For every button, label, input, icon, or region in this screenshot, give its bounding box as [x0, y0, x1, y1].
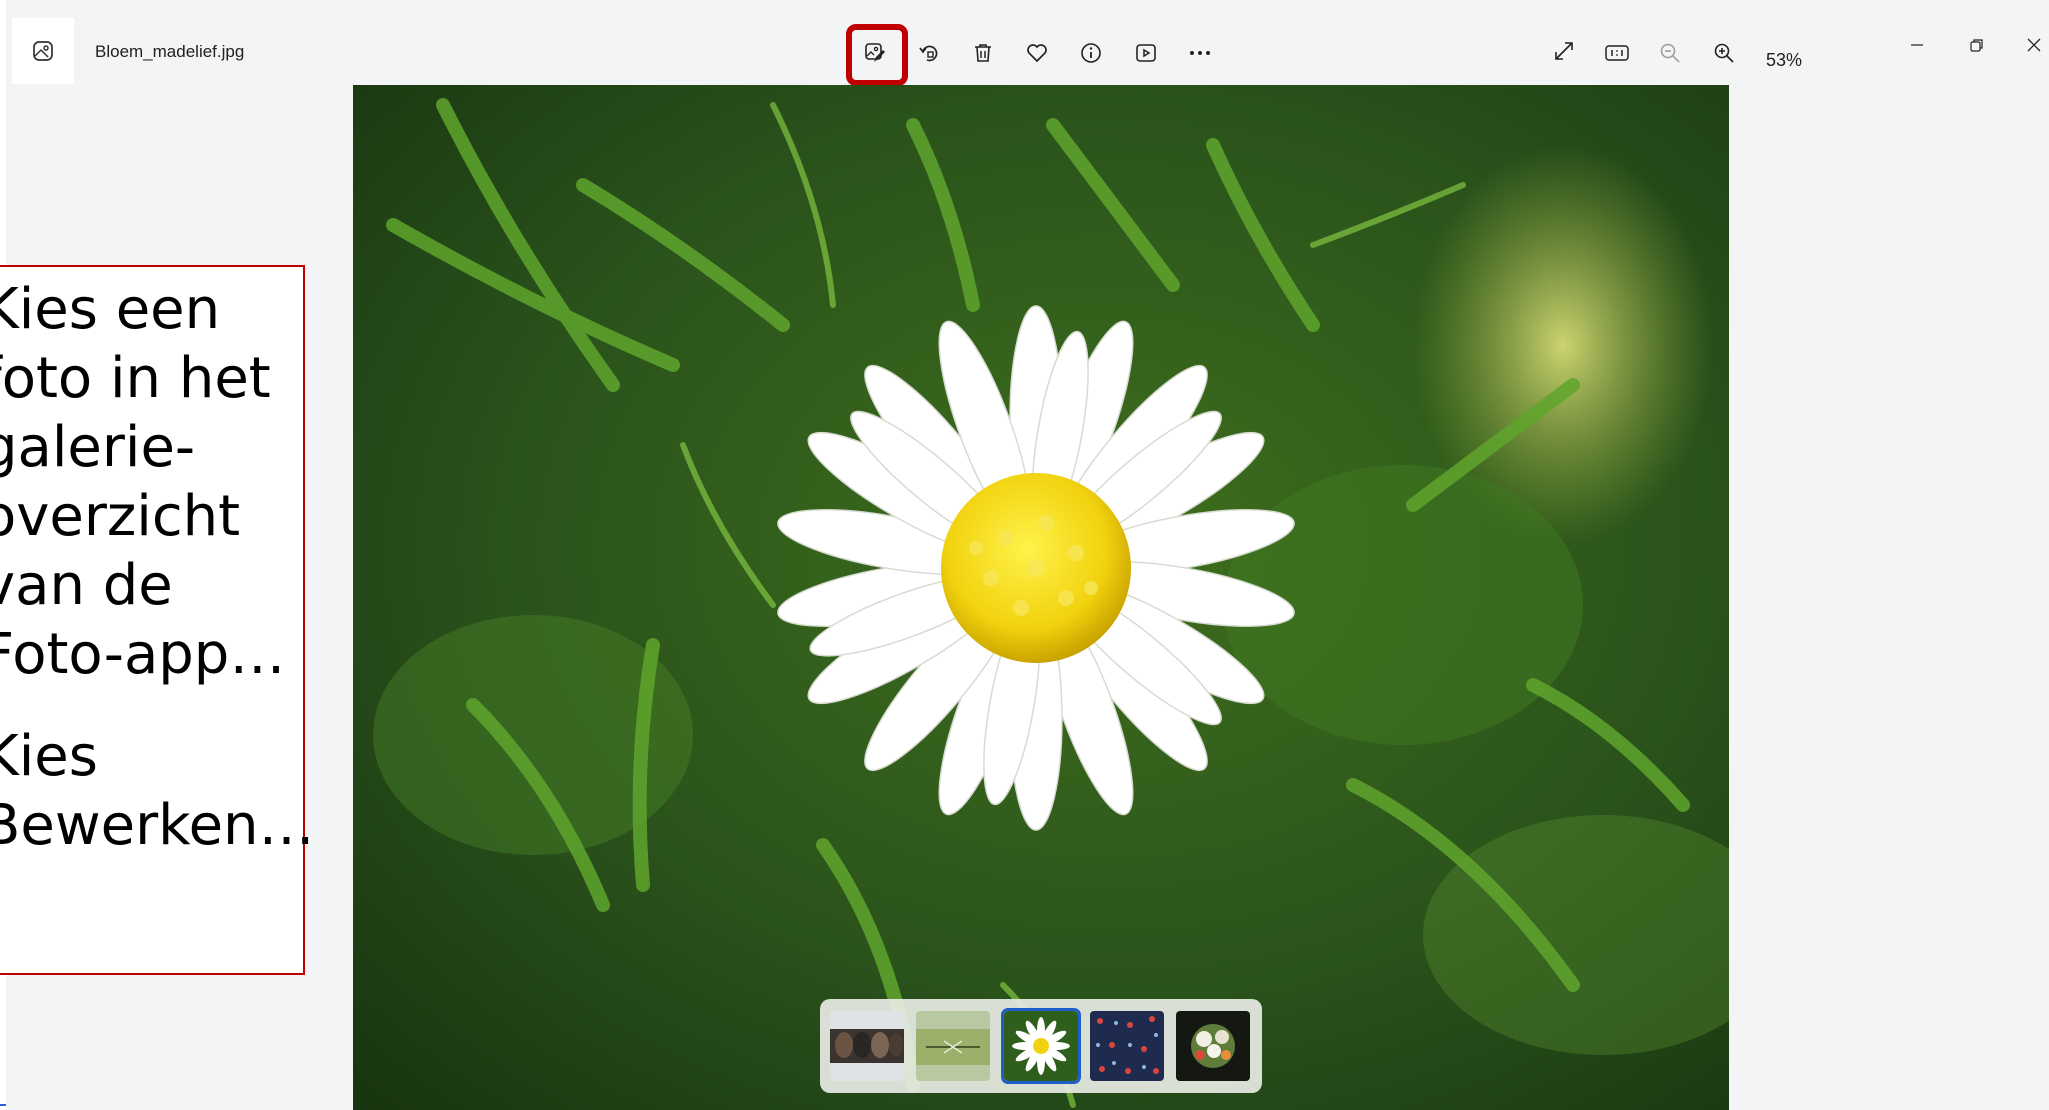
zoom-out-button[interactable]	[1648, 31, 1692, 75]
restore-icon	[1969, 37, 1985, 53]
slideshow-icon	[1134, 41, 1158, 65]
zoom-out-icon	[1658, 41, 1682, 65]
callout-line: van de	[0, 553, 173, 618]
rotate-button[interactable]	[907, 31, 951, 75]
callout-paragraph-1: Kies een foto in het galerie- overzicht …	[0, 275, 285, 689]
callout-line: Kies een	[0, 277, 221, 342]
file-name: Bloem_madelief.jpg	[95, 42, 245, 61]
favorite-heart-icon	[1025, 41, 1049, 65]
callout-line: Kies	[0, 724, 98, 789]
minimize-icon	[1909, 37, 1925, 53]
bouquet-thumbnail[interactable]	[1176, 1011, 1250, 1081]
taskbar-edge-mark	[0, 1104, 6, 1106]
fullscreen-icon	[1552, 39, 1576, 63]
delete-button[interactable]	[961, 31, 1005, 75]
callout-line: overzicht	[0, 484, 241, 549]
close-icon	[2026, 37, 2042, 53]
slideshow-button[interactable]	[1124, 31, 1168, 75]
edit-button-highlight	[846, 24, 908, 86]
fullscreen-button[interactable]	[1542, 29, 1586, 73]
zoom-in-button[interactable]	[1702, 31, 1746, 75]
actual-size-icon	[1604, 41, 1630, 65]
close-button[interactable]	[2018, 23, 2049, 67]
filmstrip	[820, 999, 1262, 1093]
photos-app-icon	[12, 18, 74, 84]
pattern-thumbnail[interactable]	[1090, 1011, 1164, 1081]
title-bar: Bloem_madelief.jpg 53%	[6, 8, 2049, 86]
instruction-callout: Kies een foto in het galerie- overzicht …	[0, 265, 315, 975]
callout-line: foto in het	[0, 346, 271, 411]
callout-line: Bewerken…	[0, 793, 315, 858]
more-options-button[interactable]	[1178, 31, 1222, 75]
zoom-level: 53%	[1766, 50, 1803, 70]
photo-canvas[interactable]	[353, 85, 1729, 1110]
info-button[interactable]	[1069, 31, 1113, 75]
zoom-in-icon	[1712, 41, 1736, 65]
info-icon	[1079, 41, 1103, 65]
daisy-thumbnail[interactable]	[1001, 1008, 1081, 1084]
rotate-icon	[917, 41, 941, 65]
actual-size-button[interactable]	[1595, 31, 1639, 75]
dogs-thumbnail[interactable]	[830, 1011, 904, 1081]
callout-paragraph-2: Kies Bewerken…	[0, 722, 315, 860]
dragonfly-thumbnail[interactable]	[916, 1011, 990, 1081]
callout-line: Foto-app…	[0, 622, 286, 687]
minimize-button[interactable]	[1895, 23, 1939, 67]
delete-icon	[971, 41, 995, 65]
photos-app-window: Bloem_madelief.jpg 53%	[6, 0, 2049, 1110]
daisy-photo	[353, 85, 1729, 1110]
callout-line: galerie-	[0, 415, 196, 480]
favorite-button[interactable]	[1015, 31, 1059, 75]
more-options-icon	[1187, 41, 1213, 65]
restore-button[interactable]	[1955, 23, 1999, 67]
